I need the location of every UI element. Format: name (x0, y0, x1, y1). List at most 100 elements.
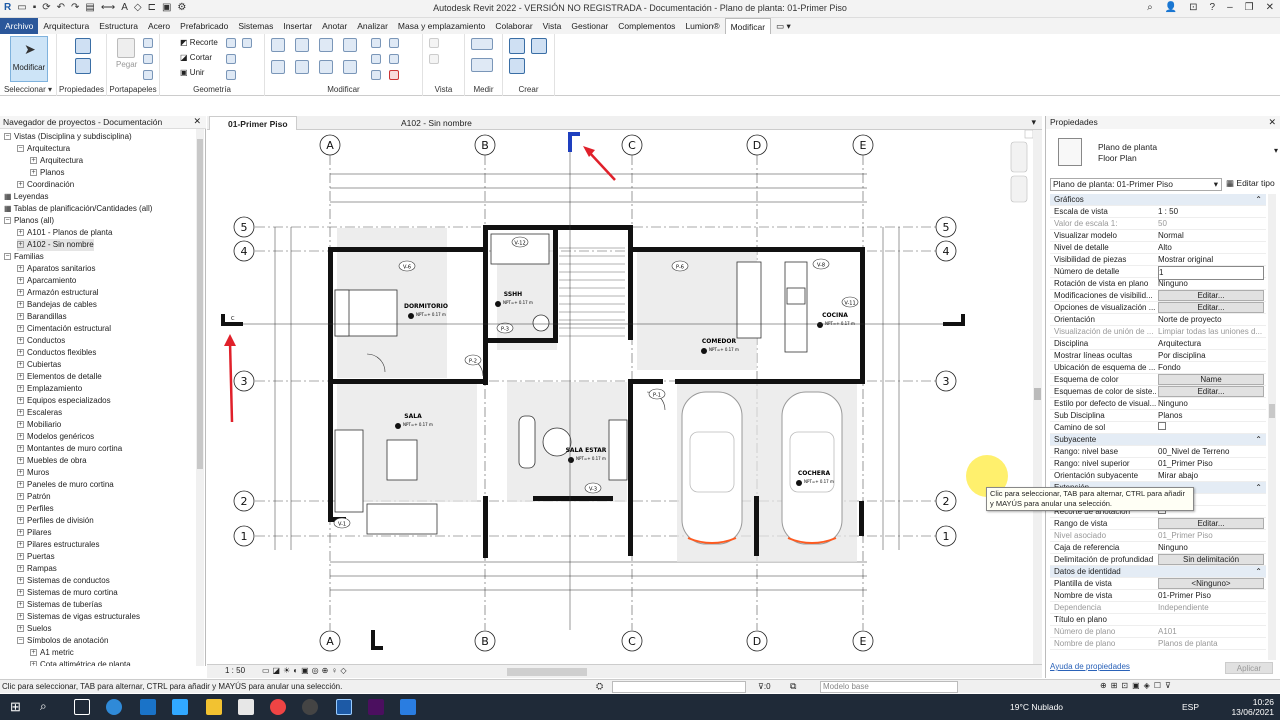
property-row[interactable]: Esquemas de color de siste... Editar... (1050, 386, 1266, 398)
dimension-icon[interactable] (471, 58, 493, 72)
property-value[interactable]: Limpiar todas las uniones d... (1158, 326, 1264, 338)
wall[interactable] (328, 247, 333, 522)
property-row[interactable]: Rango: nivel superior 01_Primer Piso (1050, 458, 1266, 470)
property-value[interactable]: Arquitectura (1158, 338, 1264, 350)
property-value[interactable]: Fondo (1158, 362, 1264, 374)
mail-icon[interactable] (140, 699, 156, 715)
revit-taskbar-icon[interactable] (336, 699, 352, 715)
tree-item[interactable]: − Símbolos de anotación (17, 635, 108, 647)
tree-item[interactable]: + Elementos de detalle (17, 371, 102, 383)
workset-selector[interactable] (612, 681, 746, 693)
tree-item[interactable]: + Patrón (17, 491, 51, 503)
kitchen-counter[interactable] (784, 261, 808, 353)
collapse-icon[interactable]: ⌃ (1255, 434, 1262, 446)
expand-icon[interactable]: + (17, 553, 24, 561)
menu-tab-prefabricado[interactable]: Prefabricado (175, 18, 233, 34)
tree-item[interactable]: + Sistemas de vigas estructurales (17, 611, 140, 623)
wall[interactable] (633, 379, 663, 384)
expand-icon[interactable]: + (17, 529, 24, 537)
section-marker[interactable] (568, 132, 572, 152)
create-similar-icon[interactable] (531, 38, 547, 54)
zoom-icon[interactable] (1010, 175, 1028, 203)
match-icon[interactable] (143, 70, 153, 80)
tree-item[interactable]: + A1 metric (30, 647, 74, 659)
tree-item[interactable]: + Escaleras (17, 407, 62, 419)
expand-icon[interactable]: + (17, 541, 24, 549)
properties-help-link[interactable]: Ayuda de propiedades (1050, 662, 1130, 671)
property-row[interactable]: Rango de vista Editar... (1050, 518, 1266, 530)
tree-item[interactable]: + Bandejas de cables (17, 299, 97, 311)
tree-item[interactable]: + Conductos flexibles (17, 347, 96, 359)
tree-item[interactable]: + Equipos especializados (17, 395, 111, 407)
menu-tab-sistemas[interactable]: Sistemas (233, 18, 278, 34)
tree-item[interactable]: + Perfiles (17, 503, 54, 515)
expand-icon[interactable]: + (17, 397, 24, 405)
tree-item[interactable]: + Rampas (17, 563, 57, 575)
tree-item[interactable]: + Mobiliario (17, 419, 61, 431)
level-marker-icon[interactable] (395, 423, 401, 429)
apply-button[interactable]: Aplicar (1225, 662, 1273, 674)
navigation-wheel-icon[interactable] (1010, 141, 1028, 173)
store-icon[interactable] (238, 699, 254, 715)
tab-01-primer-piso[interactable]: 01-Primer Piso ✕ (209, 116, 297, 143)
trim-icon[interactable] (343, 60, 357, 74)
cart-icon[interactable]: ⊡ (1189, 2, 1197, 13)
tree-item[interactable]: + Suelos (17, 623, 51, 635)
property-value[interactable]: Mirar abajo (1158, 470, 1264, 482)
tree-item[interactable]: − Arquitectura (17, 143, 70, 155)
properties-scrollbar[interactable] (1268, 194, 1276, 660)
override-icon[interactable] (429, 54, 439, 64)
maximize-icon[interactable]: ❐ (1245, 2, 1254, 13)
close-icon[interactable]: ✕ (193, 116, 201, 127)
tree-item[interactable]: + Sistemas de muro cortina (17, 587, 118, 599)
property-edit-button[interactable]: Editar... (1158, 302, 1264, 313)
wall[interactable] (860, 247, 865, 379)
expand-icon[interactable]: + (17, 421, 24, 429)
property-row[interactable]: Orientación Norte de proyecto (1050, 314, 1266, 326)
stove[interactable] (786, 287, 806, 305)
expand-icon[interactable]: + (30, 169, 37, 177)
property-edit-button[interactable]: Sin delimitación (1158, 554, 1264, 565)
search-icon[interactable]: ⌕ (40, 699, 56, 715)
expand-icon[interactable]: + (17, 349, 24, 357)
scale-icon[interactable] (389, 54, 399, 64)
tree-item[interactable]: + Cimentación estructural (17, 323, 111, 335)
expand-icon[interactable]: + (17, 385, 24, 393)
wall[interactable] (628, 225, 633, 340)
array-icon[interactable] (371, 54, 381, 64)
collapse-icon[interactable]: ⌃ (1255, 482, 1262, 494)
tree-item[interactable]: + Planos (30, 167, 64, 179)
windows-start-icon[interactable]: ⊞ (10, 699, 26, 715)
menu-tab-insertar[interactable]: Insertar (278, 18, 317, 34)
level-marker-icon[interactable] (701, 348, 707, 354)
tab-menu-icon[interactable]: ▾ (1031, 117, 1036, 128)
expand-icon[interactable]: + (17, 469, 24, 477)
expand-icon[interactable]: + (17, 517, 24, 525)
menu-tab-archivo[interactable]: Archivo (0, 18, 39, 34)
sofa-small[interactable] (518, 415, 536, 469)
property-row[interactable]: Nombre de vista 01-Primer Piso (1050, 590, 1266, 602)
wall[interactable] (328, 247, 488, 252)
toilet[interactable] (532, 314, 550, 332)
expand-icon[interactable]: + (17, 373, 24, 381)
menu-tab-gestionar[interactable]: Gestionar (566, 18, 613, 34)
create-parts-icon[interactable] (509, 58, 525, 74)
project-browser-scrollbar[interactable] (196, 129, 204, 666)
create-group-icon[interactable] (509, 38, 525, 54)
menu-tab-colaborar[interactable]: Colaborar (490, 18, 537, 34)
file-explorer-icon[interactable] (206, 699, 222, 715)
select-dropdown[interactable]: Seleccionar ▾ (0, 85, 56, 94)
property-row[interactable]: Ubicación de esquema de ... Fondo (1050, 362, 1266, 374)
hide-icon[interactable] (429, 38, 439, 48)
tree-item[interactable]: + Montantes de muro cortina (17, 443, 122, 455)
section-marker[interactable] (371, 646, 383, 650)
property-value[interactable]: Por disciplina (1158, 350, 1264, 362)
property-row[interactable]: Opciones de visualización ... Editar... (1050, 302, 1266, 314)
tree-item[interactable]: + Pilares estructurales (17, 539, 99, 551)
cut-icon[interactable] (143, 38, 153, 48)
expand-icon[interactable]: + (17, 409, 24, 417)
expand-icon[interactable]: + (17, 589, 24, 597)
tree-item[interactable]: + Sistemas de tuberías (17, 599, 102, 611)
view-scale[interactable]: 1 : 50 (225, 666, 245, 675)
expand-icon[interactable]: + (17, 601, 24, 609)
